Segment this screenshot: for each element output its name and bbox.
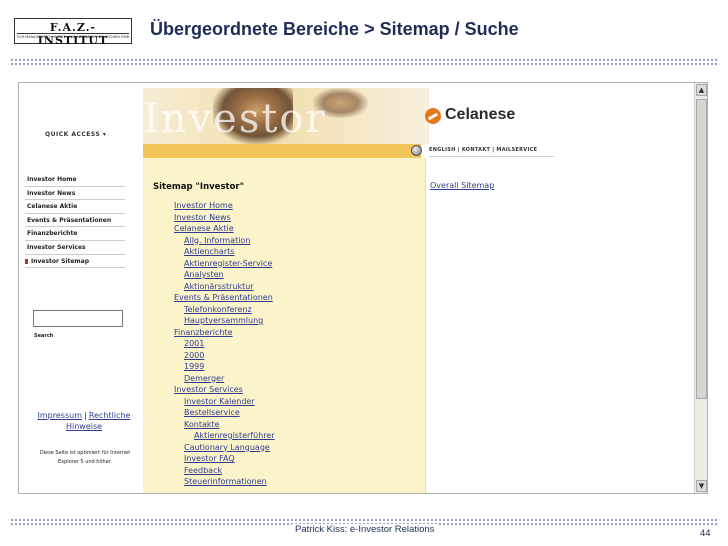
header-dot-divider <box>10 58 718 66</box>
investor-banner: Investor <box>143 88 429 144</box>
sitemap-link[interactable]: Aktienregister-Service <box>184 259 272 269</box>
faz-institut-logo: F.A.Z.-INSTITUT FÜR MANAGEMENT-, MARKT- … <box>14 18 132 47</box>
rechtliche-link[interactable]: Rechtliche <box>89 411 131 420</box>
column-divider <box>425 158 426 493</box>
sitemap-link[interactable]: Aktiencharts <box>184 247 234 257</box>
legal-links: Impressum | Rechtliche Hinweise <box>29 410 139 432</box>
logo-subtitle: FÜR MANAGEMENT-, MARKT- UND MEDIENINFORM… <box>17 35 129 39</box>
nav-item[interactable]: Investor Services <box>25 241 125 255</box>
nav-item[interactable]: Events & Präsentationen <box>25 214 125 228</box>
website-screenshot: QUICK ACCESS ▾ Investor Home Investor New… <box>18 82 708 494</box>
sitemap-link[interactable]: 2000 <box>184 351 204 361</box>
search-label: Search <box>34 333 54 339</box>
sitemap-title: Sitemap "Investor" <box>153 182 245 192</box>
sitemap-link[interactable]: Feedback <box>184 466 222 476</box>
sitemap-link[interactable]: Steuerinformationen <box>184 477 267 487</box>
sitemap-link[interactable]: Aktienregisterführer <box>194 431 275 441</box>
sitemap-link[interactable]: Investor Kalender <box>184 397 255 407</box>
page-number: 44 <box>700 528 711 539</box>
celanese-logo-icon <box>425 108 441 124</box>
sitemap-link[interactable]: Celanese Aktie <box>174 224 234 234</box>
sitemap-link[interactable]: 1999 <box>184 362 204 372</box>
globe-icon <box>411 145 422 156</box>
left-nav: Investor Home Investor News Celanese Aktie… <box>25 173 125 269</box>
sitemap-link[interactable]: Demerger <box>184 374 224 384</box>
sitemap-link[interactable]: Aktionärsstruktur <box>184 282 254 292</box>
utility-links[interactable]: ENGLISH | KONTAKT | MAILSERVICE <box>429 147 554 157</box>
sitemap-link[interactable]: Allg. Information <box>184 236 250 246</box>
sitemap-panel: Sitemap "Investor" Investor Home Investor… <box>143 158 425 493</box>
sitemap-link[interactable]: Finanzberichte <box>174 328 233 338</box>
nav-item[interactable]: Investor News <box>25 187 125 201</box>
sitemap-link[interactable]: Investor Home <box>174 201 233 211</box>
legal-separator: | <box>83 411 87 420</box>
content-header-bar <box>143 144 421 158</box>
browser-note-line: Diese Seite ist optimiert für Internet <box>39 450 131 456</box>
banner-word: Investor <box>143 96 327 142</box>
scroll-thumb[interactable] <box>696 99 707 399</box>
nav-item[interactable]: Investor Home <box>25 173 125 187</box>
sitemap-link[interactable]: 2001 <box>184 339 204 349</box>
logo-divider <box>17 33 129 34</box>
sitemap-link[interactable]: Cautionary Language <box>184 443 270 453</box>
search-input[interactable] <box>33 310 123 327</box>
browser-note-line: Explorer 5 und höher. <box>58 459 112 465</box>
vertical-scrollbar[interactable]: ▲ ▼ <box>694 83 707 493</box>
sitemap-link[interactable]: Hauptversammlung <box>184 316 263 326</box>
nav-item[interactable]: Celanese Aktie <box>25 200 125 214</box>
sitemap-link[interactable]: Investor News <box>174 213 231 223</box>
quick-access-menu[interactable]: QUICK ACCESS ▾ <box>45 131 106 138</box>
scroll-up-button[interactable]: ▲ <box>696 84 707 96</box>
overall-sitemap-link[interactable]: Overall Sitemap <box>430 181 494 190</box>
logo-title: F.A.Z.-INSTITUT <box>37 21 109 47</box>
sitemap-link[interactable]: Investor FAQ <box>184 454 235 464</box>
scroll-down-button[interactable]: ▼ <box>696 480 707 492</box>
browser-note: Diese Seite ist optimiert für Internet E… <box>25 449 145 467</box>
sitemap-link[interactable]: Kontakte <box>184 420 220 430</box>
nav-item[interactable]: Investor Sitemap <box>25 255 125 269</box>
sitemap-link[interactable]: Bestellservice <box>184 408 240 418</box>
sitemap-link[interactable]: Investor Services <box>174 385 243 395</box>
hinweise-link[interactable]: Hinweise <box>66 422 102 431</box>
nav-item[interactable]: Finanzberichte <box>25 227 125 241</box>
impressum-link[interactable]: Impressum <box>38 411 82 420</box>
sitemap-link[interactable]: Analysten <box>184 270 224 280</box>
sitemap-link[interactable]: Events & Präsentationen <box>174 293 273 303</box>
slide-title: Übergeordnete Bereiche > Sitemap / Suche <box>150 19 519 39</box>
footer-author: Patrick Kiss: e-Investor Relations <box>292 524 438 535</box>
celanese-wordmark: Celanese <box>445 106 516 123</box>
sitemap-link[interactable]: Telefonkonferenz <box>184 305 252 315</box>
